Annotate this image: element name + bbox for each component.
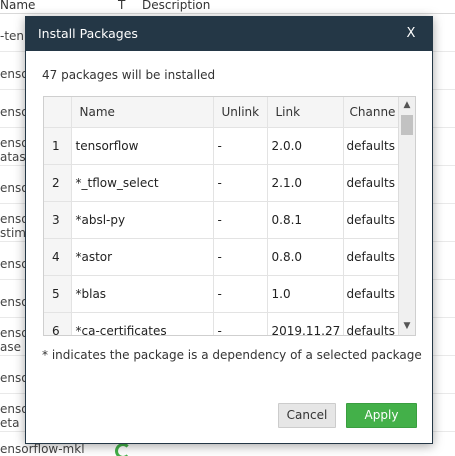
row-index: 5 [44,275,72,313]
unlink-version: - [213,164,268,202]
scrollbar-thumb[interactable] [401,115,413,135]
package-list-header: Name T Description [0,0,455,14]
unlink-version: - [213,201,268,239]
row-index: 1 [44,127,72,165]
row-index-header [44,97,72,128]
package-name: ensorflow-mkl [0,442,85,456]
package-name: *blas [71,275,214,313]
table-row[interactable]: 6 *ca-certificates -2019.11.27 defaults [44,312,400,335]
row-index: 6 [44,312,72,335]
chevron-up-icon[interactable]: ▲ [399,97,415,114]
package-name: *_tflow_select [71,164,214,202]
vertical-scrollbar[interactable]: ▲ ▼ [398,97,415,335]
cancel-button[interactable]: Cancel [278,403,336,428]
link-version: 1.0 [267,275,344,313]
table-row[interactable]: 2 *_tflow_select -2.1.0 defaults [44,164,400,202]
close-button[interactable]: X [402,24,420,44]
row-index: 3 [44,201,72,239]
column-header-type[interactable]: T [118,0,125,12]
channel: defaults [343,275,400,313]
link-version: 0.8.0 [267,238,344,276]
channel: defaults [343,127,400,165]
dialog-title: Install Packages [38,26,138,41]
table-row[interactable]: 4 *astor -0.8.0 defaults [44,238,400,276]
loading-spinner-icon [115,443,131,456]
link-version: 0.8.1 [267,201,344,239]
channel: defaults [343,164,400,202]
table-header-row: Name Unlink Link Channe [44,97,400,128]
column-header-name[interactable]: Name [71,97,214,128]
unlink-version: - [213,275,268,313]
column-header-unlink[interactable]: Unlink [213,97,268,128]
column-header-channel[interactable]: Channe [343,97,400,128]
apply-button[interactable]: Apply [346,403,417,428]
chevron-down-icon[interactable]: ▼ [399,318,415,335]
table-row[interactable]: 5 *blas -1.0 defaults [44,275,400,313]
unlink-version: - [213,127,268,165]
unlink-version: - [213,238,268,276]
packages-table: Name Unlink Link Channe 1 tensorflow -2.0.… [43,96,416,336]
package-name: atas [0,150,26,164]
channel: defaults [343,312,400,335]
install-packages-dialog: Install Packages X 47 packages will be i… [25,16,433,444]
package-name: *ca-certificates [71,312,214,335]
link-version: 2.1.0 [267,164,344,202]
package-name: stim [0,226,26,240]
package-name: *astor [71,238,214,276]
table-row[interactable]: 3 *absl-py -0.8.1 defaults [44,201,400,239]
package-name: eta [0,416,20,430]
channel: defaults [343,238,400,276]
table-row[interactable]: 1 tensorflow -2.0.0 defaults [44,127,400,165]
channel: defaults [343,201,400,239]
package-name: -ten [0,29,25,43]
dependency-footnote: * indicates the package is a dependency … [42,348,422,362]
unlink-version: - [213,312,268,335]
column-header-name[interactable]: Name [0,0,35,12]
install-summary: 47 packages will be installed [42,68,216,82]
link-version: 2.0.0 [267,127,344,165]
link-version: 2019.11.27 [267,312,344,335]
package-name: tensorflow [71,127,214,165]
package-name: *absl-py [71,201,214,239]
row-index: 2 [44,164,72,202]
dialog-titlebar: Install Packages X [26,17,432,51]
column-header-link[interactable]: Link [267,97,344,128]
package-list-row[interactable]: ensorflow-mkl [0,442,455,456]
package-name: ase [0,340,21,354]
column-header-description[interactable]: Description [142,0,210,12]
row-index: 4 [44,238,72,276]
